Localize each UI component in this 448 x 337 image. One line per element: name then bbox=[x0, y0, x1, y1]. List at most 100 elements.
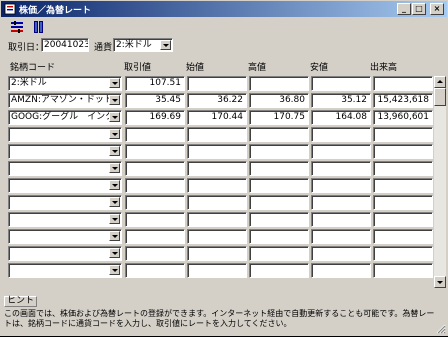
open-cell[interactable] bbox=[187, 263, 247, 278]
high-cell[interactable] bbox=[249, 195, 309, 210]
price-cell[interactable] bbox=[125, 246, 185, 261]
code-cell[interactable] bbox=[8, 195, 122, 210]
code-cell[interactable]: GOOG:グーグル インク bbox=[8, 110, 122, 125]
dropdown-arrow-icon[interactable] bbox=[109, 78, 120, 88]
volume-cell[interactable] bbox=[373, 144, 433, 159]
close-button[interactable]: × bbox=[430, 3, 444, 15]
maximize-button[interactable]: □ bbox=[412, 3, 426, 15]
high-cell[interactable] bbox=[249, 178, 309, 193]
settings-tool-icon[interactable] bbox=[8, 19, 26, 35]
high-cell[interactable] bbox=[249, 127, 309, 142]
high-cell[interactable] bbox=[249, 229, 309, 244]
low-cell[interactable] bbox=[311, 161, 371, 176]
volume-cell[interactable] bbox=[373, 161, 433, 176]
open-cell[interactable]: 36.22 bbox=[187, 93, 247, 108]
high-cell[interactable] bbox=[249, 76, 309, 91]
open-cell[interactable]: 170.44 bbox=[187, 110, 247, 125]
volume-cell[interactable] bbox=[373, 195, 433, 210]
price-cell[interactable] bbox=[125, 195, 185, 210]
low-cell[interactable]: 35.12 bbox=[311, 93, 371, 108]
vertical-scrollbar[interactable] bbox=[434, 76, 446, 288]
price-cell[interactable] bbox=[125, 161, 185, 176]
high-cell[interactable] bbox=[249, 144, 309, 159]
dropdown-arrow-icon[interactable] bbox=[109, 248, 120, 258]
dropdown-arrow-icon[interactable] bbox=[109, 163, 120, 173]
code-cell[interactable]: AMZN:アマゾン・ドット・ bbox=[8, 93, 122, 108]
high-cell[interactable] bbox=[249, 246, 309, 261]
column-header-open: 始値 bbox=[186, 63, 205, 73]
open-cell[interactable] bbox=[187, 76, 247, 91]
dropdown-arrow-icon[interactable] bbox=[109, 180, 120, 190]
volume-cell[interactable]: 13,960,601 bbox=[373, 110, 433, 125]
volume-cell[interactable] bbox=[373, 229, 433, 244]
open-cell[interactable] bbox=[187, 127, 247, 142]
high-cell[interactable] bbox=[249, 212, 309, 227]
dropdown-arrow-icon[interactable] bbox=[109, 146, 120, 156]
trade-date-input[interactable]: 20041023 bbox=[41, 38, 89, 52]
open-cell[interactable] bbox=[187, 246, 247, 261]
price-cell[interactable] bbox=[125, 178, 185, 193]
price-cell[interactable] bbox=[125, 127, 185, 142]
scroll-up-button[interactable] bbox=[434, 76, 446, 88]
code-cell[interactable] bbox=[8, 127, 122, 142]
minimize-button[interactable]: _ bbox=[397, 3, 411, 15]
code-cell[interactable] bbox=[8, 212, 122, 227]
price-cell[interactable]: 169.69 bbox=[125, 110, 185, 125]
dropdown-arrow-icon[interactable] bbox=[109, 129, 120, 139]
code-cell[interactable] bbox=[8, 161, 122, 176]
dropdown-arrow-icon[interactable] bbox=[109, 197, 120, 207]
open-cell[interactable] bbox=[187, 229, 247, 244]
open-cell[interactable] bbox=[187, 178, 247, 193]
scroll-down-button[interactable] bbox=[434, 276, 446, 288]
price-cell[interactable] bbox=[125, 144, 185, 159]
title-bar[interactable]: 株価／為替レート _ □ × bbox=[1, 1, 447, 17]
low-cell[interactable] bbox=[311, 144, 371, 159]
high-cell[interactable] bbox=[249, 263, 309, 278]
open-cell[interactable] bbox=[187, 195, 247, 210]
code-cell[interactable] bbox=[8, 263, 122, 278]
price-cell[interactable]: 107.51 bbox=[125, 76, 185, 91]
volume-cell[interactable] bbox=[373, 212, 433, 227]
dropdown-arrow-icon[interactable] bbox=[109, 231, 120, 241]
volume-cell[interactable] bbox=[373, 178, 433, 193]
low-cell[interactable]: 164.08 bbox=[311, 110, 371, 125]
high-cell[interactable] bbox=[249, 161, 309, 176]
volume-cell[interactable] bbox=[373, 76, 433, 91]
scroll-thumb[interactable] bbox=[434, 88, 446, 106]
dropdown-arrow-icon[interactable] bbox=[109, 265, 120, 275]
low-cell[interactable] bbox=[311, 229, 371, 244]
open-cell[interactable] bbox=[187, 212, 247, 227]
table-row bbox=[8, 144, 434, 161]
price-cell[interactable] bbox=[125, 263, 185, 278]
price-cell[interactable] bbox=[125, 229, 185, 244]
volume-cell[interactable] bbox=[373, 263, 433, 278]
code-cell[interactable] bbox=[8, 246, 122, 261]
price-cell[interactable]: 35.45 bbox=[125, 93, 185, 108]
book-tool-icon[interactable] bbox=[30, 19, 48, 35]
dropdown-arrow-icon[interactable] bbox=[109, 95, 120, 105]
price-cell[interactable] bbox=[125, 212, 185, 227]
size-grip-icon[interactable] bbox=[436, 324, 446, 334]
currency-select[interactable]: 2:米ドル bbox=[113, 38, 173, 52]
dropdown-arrow-icon[interactable] bbox=[109, 112, 120, 122]
low-cell[interactable] bbox=[311, 263, 371, 278]
volume-cell[interactable] bbox=[373, 127, 433, 142]
dropdown-arrow-icon[interactable] bbox=[160, 40, 171, 50]
high-cell[interactable]: 36.80 bbox=[249, 93, 309, 108]
code-cell[interactable] bbox=[8, 178, 122, 193]
low-cell[interactable] bbox=[311, 178, 371, 193]
open-cell[interactable] bbox=[187, 161, 247, 176]
high-cell[interactable]: 170.75 bbox=[249, 110, 309, 125]
low-cell[interactable] bbox=[311, 212, 371, 227]
open-cell[interactable] bbox=[187, 144, 247, 159]
low-cell[interactable] bbox=[311, 246, 371, 261]
low-cell[interactable] bbox=[311, 76, 371, 91]
low-cell[interactable] bbox=[311, 127, 371, 142]
volume-cell[interactable] bbox=[373, 246, 433, 261]
code-cell[interactable]: 2:米ドル bbox=[8, 76, 122, 91]
code-cell[interactable] bbox=[8, 144, 122, 159]
code-cell[interactable] bbox=[8, 229, 122, 244]
dropdown-arrow-icon[interactable] bbox=[109, 214, 120, 224]
low-cell[interactable] bbox=[311, 195, 371, 210]
volume-cell[interactable]: 15,423,618 bbox=[373, 93, 433, 108]
